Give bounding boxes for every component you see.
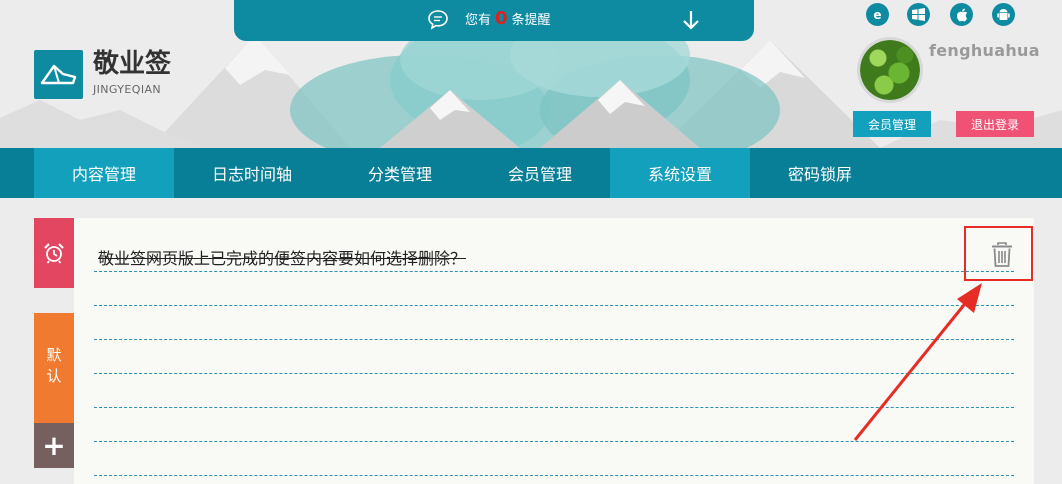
add-note-button[interactable]: + (34, 423, 74, 468)
brand-title: 敬业签 (93, 49, 172, 79)
header: 您有 0 条提醒 敬业签 JINGYEQIAN e fenghuahua 会员管… (0, 0, 1062, 148)
annotation-highlight-box (964, 226, 1033, 281)
notice-count: 0 (495, 8, 508, 29)
note-rule (94, 271, 1014, 272)
member-management-button[interactable]: 会员管理 (853, 111, 931, 137)
alarm-tab[interactable] (34, 218, 74, 288)
avatar[interactable] (860, 40, 920, 100)
android-icon[interactable] (992, 3, 1015, 26)
category-label: 默认 (44, 347, 63, 389)
username: fenghuahua (929, 41, 1040, 60)
alarm-clock-icon (44, 243, 64, 264)
note-rule (94, 407, 1014, 408)
logout-button[interactable]: 退出登录 (956, 111, 1034, 137)
nav-item-content[interactable]: 内容管理 (34, 148, 174, 198)
note-rule (94, 475, 1014, 476)
note-text[interactable]: 敬业签网页版上已完成的便签内容要如何选择删除？ (98, 245, 466, 269)
nav-item-lockscreen[interactable]: 密码锁屏 (750, 148, 890, 198)
notice-prefix: 您有 (465, 13, 492, 28)
brand-subtitle: JINGYEQIAN (93, 83, 162, 96)
chat-bubble-icon (428, 10, 448, 30)
note-logo-icon[interactable] (34, 50, 83, 99)
arrow-down-icon[interactable] (681, 9, 701, 31)
ie-icon[interactable]: e (866, 3, 889, 26)
notice-bar[interactable]: 您有 0 条提醒 (234, 0, 754, 41)
nav-item-member[interactable]: 会员管理 (470, 148, 610, 198)
note-rule (94, 305, 1014, 306)
notice-suffix: 条提醒 (511, 13, 551, 28)
windows-icon[interactable] (907, 3, 930, 26)
apple-icon[interactable] (950, 3, 973, 26)
note-rule (94, 339, 1014, 340)
category-tab-default[interactable]: 默认 (34, 313, 74, 423)
nav-item-category[interactable]: 分类管理 (330, 148, 470, 198)
note-card: 敬业签网页版上已完成的便签内容要如何选择删除？ (74, 218, 1034, 484)
notice-text: 您有 0 条提醒 (465, 10, 551, 30)
note-rule (94, 373, 1014, 374)
main-nav: 内容管理 日志时间轴 分类管理 会员管理 系统设置 密码锁屏 (0, 148, 1062, 198)
nav-item-settings[interactable]: 系统设置 (610, 148, 750, 198)
nav-item-timeline[interactable]: 日志时间轴 (182, 148, 322, 198)
note-rule (94, 441, 1014, 442)
